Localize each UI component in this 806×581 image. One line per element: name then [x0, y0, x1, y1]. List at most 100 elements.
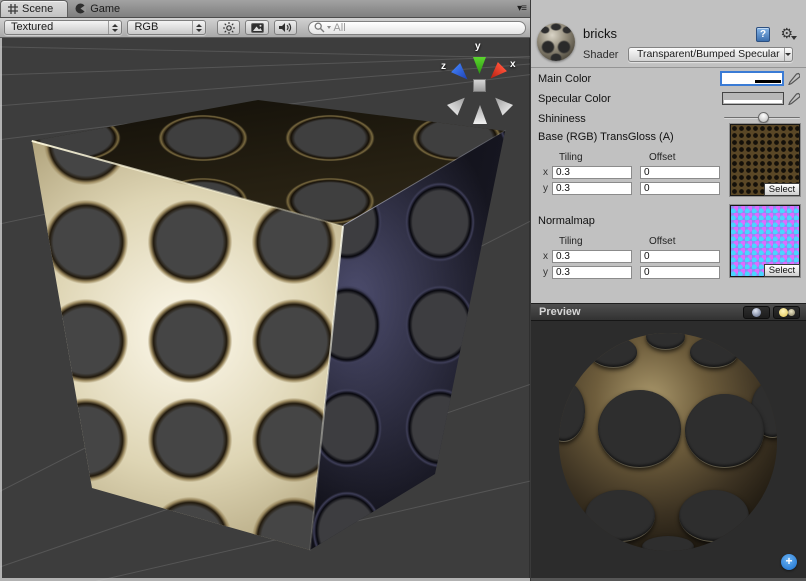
sphere-hole: [679, 490, 749, 542]
color-mode-value: RGB: [128, 21, 191, 34]
base-map-label: Base (RGB) TransGloss (A): [538, 131, 720, 144]
y-axis-label: y: [541, 267, 552, 278]
gizmo-x-cone[interactable]: [486, 62, 507, 83]
gizmo-center-cube[interactable]: [473, 79, 486, 92]
scene-audio-toggle[interactable]: [274, 20, 298, 35]
tab-scene[interactable]: Scene: [0, 0, 68, 17]
scene-panel: Scene Game ▾≡ Textured RGB: [0, 0, 530, 581]
base-select-button[interactable]: Select: [764, 183, 800, 196]
base-offset-x-input[interactable]: [640, 166, 720, 179]
axis-y-label: y: [475, 41, 481, 52]
tiling-offset-header: Tiling Offset: [559, 152, 720, 163]
tiling-x-row: x: [538, 250, 720, 263]
preview-lighting-icon: [779, 307, 795, 317]
shader-dropdown[interactable]: Transparent/Bumped Specular: [628, 47, 793, 62]
search-filter-arrow-icon: [327, 26, 331, 29]
preview-lighting-button[interactable]: [773, 306, 800, 319]
scene-search-field[interactable]: [308, 21, 526, 35]
sphere-hole: [598, 390, 681, 468]
sphere-hole: [585, 490, 655, 542]
scene-viewport[interactable]: y x z: [0, 38, 530, 581]
gizmo-y-cone[interactable]: [473, 57, 486, 74]
y-axis-label: y: [541, 183, 552, 194]
x-axis-label: x: [541, 167, 552, 178]
image-icon: [251, 23, 264, 33]
scene-lighting-toggle[interactable]: [217, 20, 241, 35]
gizmo-axis-cone[interactable]: [473, 105, 487, 124]
tiling-x-row: x: [538, 166, 720, 179]
main-color-label: Main Color: [538, 73, 720, 85]
scene-grid-icon: [8, 4, 18, 14]
sphere-hole: [690, 337, 738, 368]
base-map-section: Base (RGB) TransGloss (A) Tiling Offset …: [531, 128, 806, 200]
dropdown-arrow-icon: [784, 48, 792, 61]
draw-mode-dropdown[interactable]: Textured: [4, 20, 122, 35]
sphere-hole: [646, 333, 685, 350]
scene-rendermode-toggle[interactable]: [245, 20, 269, 35]
preview-header[interactable]: Preview: [531, 303, 806, 321]
tiling-y-row: y: [538, 266, 720, 279]
inspector-panel: i Inspector ▾≡ bricks Shader Transparent…: [530, 0, 806, 581]
normal-offset-x-input[interactable]: [640, 250, 720, 263]
shader-value: Transparent/Bumped Specular: [629, 48, 784, 61]
base-offset-y-input[interactable]: [640, 182, 720, 195]
sphere-hole: [559, 381, 585, 442]
preview-mesh-button[interactable]: [743, 306, 770, 319]
x-axis-label: x: [541, 251, 552, 262]
tab-game-label: Game: [90, 3, 120, 15]
base-texture-thumbnail[interactable]: Select: [730, 124, 800, 196]
eyedropper-icon[interactable]: [787, 72, 800, 85]
normal-map-label: Normalmap: [538, 215, 720, 228]
scene-panel-menu-icon[interactable]: ▾≡: [517, 3, 526, 14]
scene-toolbar: Textured RGB: [0, 18, 530, 38]
material-preview-icon: [537, 23, 575, 61]
help-book-icon[interactable]: ?: [756, 27, 770, 42]
tab-game[interactable]: Game: [68, 0, 134, 17]
normal-select-button[interactable]: Select: [764, 264, 800, 277]
normal-tiling-y-input[interactable]: [552, 266, 632, 279]
tiling-offset-header: Tiling Offset: [559, 236, 720, 247]
material-properties: Main Color Specular Color Shininess: [531, 68, 806, 284]
tiling-header: Tiling: [559, 236, 649, 247]
speaker-icon: [279, 22, 292, 33]
dropdown-arrows-icon: [192, 21, 205, 34]
preview-title: Preview: [539, 306, 740, 318]
alpha-strip: [723, 80, 781, 83]
sphere-hole: [685, 394, 763, 468]
preview-sphere-icon: [752, 308, 761, 317]
main-color-swatch[interactable]: [720, 71, 784, 86]
color-mode-dropdown[interactable]: RGB: [127, 20, 205, 35]
axis-x-label: x: [510, 59, 516, 70]
specular-color-swatch[interactable]: [722, 92, 784, 105]
tiling-y-row: y: [538, 182, 720, 195]
material-name: bricks: [583, 26, 617, 41]
offset-header: Offset: [649, 152, 676, 163]
base-tiling-x-input[interactable]: [552, 166, 632, 179]
gizmo-z-cone[interactable]: [451, 63, 472, 84]
preview-area[interactable]: +: [531, 321, 806, 581]
add-icon[interactable]: +: [781, 554, 797, 570]
dropdown-arrows-icon: [108, 21, 121, 34]
base-tiling-y-input[interactable]: [552, 182, 632, 195]
shininess-label: Shininess: [538, 113, 724, 125]
eyedropper-icon[interactable]: [787, 92, 800, 105]
tiling-header: Tiling: [559, 152, 649, 163]
gear-icon[interactable]: ⚙: [780, 25, 793, 41]
gizmo-axis-cone[interactable]: [447, 92, 470, 115]
gizmo-axis-cone[interactable]: [490, 92, 513, 115]
sphere-hole: [590, 337, 638, 368]
preview-material-sphere[interactable]: [559, 333, 777, 551]
sphere-hole: [642, 536, 694, 551]
slider-thumb[interactable]: [758, 112, 769, 123]
normal-texture-thumbnail[interactable]: Select: [730, 205, 800, 277]
gear-menu-arrow-icon: [791, 36, 797, 40]
normal-offset-y-input[interactable]: [640, 266, 720, 279]
specular-color-label: Specular Color: [538, 93, 722, 105]
draw-mode-value: Textured: [5, 21, 108, 34]
normal-tiling-x-input[interactable]: [552, 250, 632, 263]
game-icon: [75, 3, 86, 14]
search-input[interactable]: [333, 22, 503, 34]
orientation-gizmo[interactable]: y x z: [440, 43, 528, 147]
scene-tabbar: Scene Game ▾≡: [0, 0, 530, 18]
axis-z-label: z: [441, 61, 446, 72]
